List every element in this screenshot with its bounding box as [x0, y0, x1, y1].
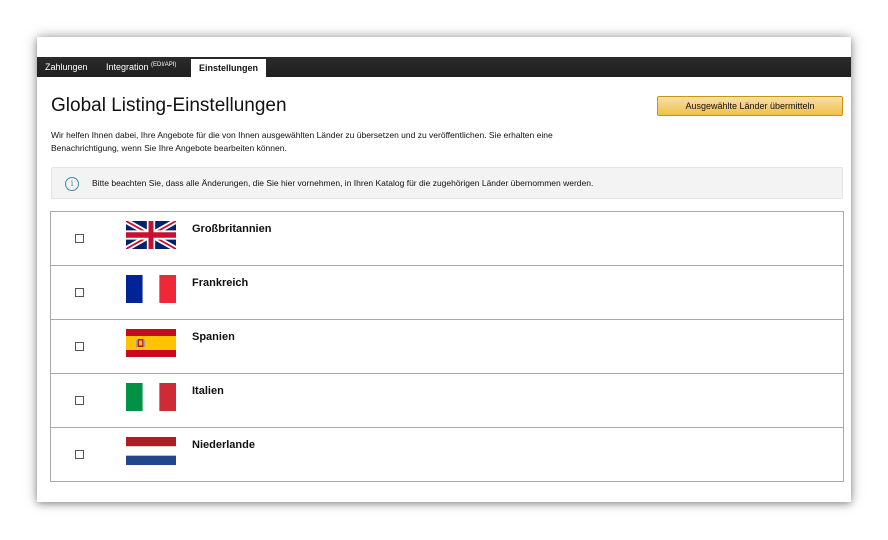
country-name: Spanien: [192, 331, 235, 343]
country-name: Niederlande: [192, 439, 255, 451]
spain-flag-icon: [126, 329, 176, 357]
page-description: Wir helfen Ihnen dabei, Ihre Angebote fü…: [51, 130, 553, 153]
country-row-netherlands: Niederlande: [51, 428, 843, 482]
country-row-italy: Italien: [51, 374, 843, 428]
country-row-france: Frankreich: [51, 266, 843, 320]
country-row-spain: Spanien: [51, 320, 843, 374]
tab-label: Einstellungen: [199, 63, 259, 73]
country-list: Großbritannien Frankreich Spanien Italie…: [50, 211, 844, 482]
france-flag-icon: [126, 275, 176, 303]
submit-countries-button[interactable]: Ausgewählte Länder übermitteln: [657, 96, 843, 116]
country-name: Frankreich: [192, 277, 249, 289]
country-name: Italien: [192, 385, 224, 397]
page-title: Global Listing-Einstellungen: [51, 95, 287, 116]
italy-flag-icon: [126, 383, 176, 411]
uk-flag-icon: [126, 221, 176, 249]
notice-box: i Bitte beachten Sie, dass alle Änderung…: [51, 167, 843, 199]
tab-bar: Zahlungen Integration (EDI/API) Einstell…: [37, 57, 851, 77]
info-icon: i: [65, 177, 79, 191]
tab-einstellungen[interactable]: Einstellungen: [191, 59, 267, 77]
app-window: Zahlungen Integration (EDI/API) Einstell…: [37, 37, 851, 502]
country-checkbox[interactable]: [75, 288, 84, 297]
top-strip: [37, 37, 851, 57]
tab-label: Zahlungen: [45, 62, 88, 72]
netherlands-flag-icon: [126, 437, 176, 465]
tab-integration[interactable]: Integration (EDI/API): [98, 57, 184, 77]
country-checkbox[interactable]: [75, 450, 84, 459]
country-checkbox[interactable]: [75, 234, 84, 243]
country-row-uk: Großbritannien: [51, 212, 843, 266]
country-checkbox[interactable]: [75, 396, 84, 405]
tab-label: Integration: [106, 62, 152, 72]
tab-zahlungen[interactable]: Zahlungen: [37, 57, 96, 77]
country-checkbox[interactable]: [75, 342, 84, 351]
notice-text: Bitte beachten Sie, dass alle Änderungen…: [92, 178, 594, 188]
country-name: Großbritannien: [192, 223, 272, 235]
tab-superscript: (EDI/API): [151, 62, 177, 68]
